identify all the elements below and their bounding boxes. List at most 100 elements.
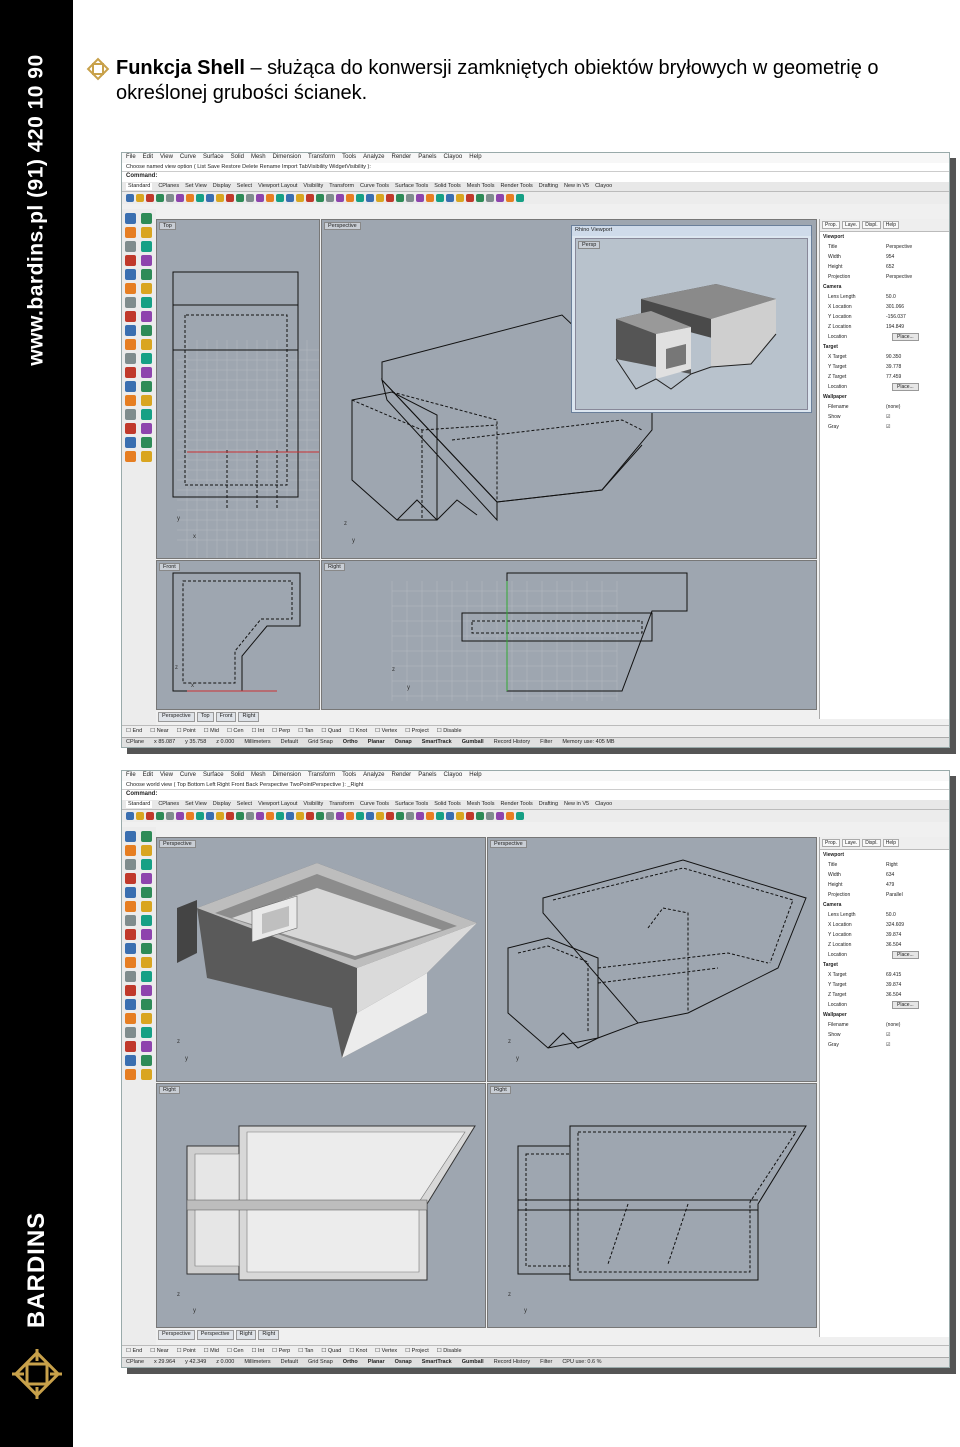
tool-icon[interactable] — [140, 915, 152, 926]
osnap-toggle[interactable]: ☐ End — [126, 728, 142, 734]
status-z[interactable]: z 0.000 — [216, 1359, 234, 1366]
tool-icon[interactable] — [436, 194, 444, 202]
viewport-tab[interactable]: Perspective — [158, 1330, 195, 1340]
property-value[interactable]: 90.350 — [886, 354, 949, 360]
toolbar-tab[interactable]: Display — [213, 801, 231, 808]
osnap-toggle[interactable]: ☐ Quad — [321, 728, 341, 734]
status-cplane[interactable]: CPlane — [126, 1359, 144, 1366]
tool-icon[interactable] — [140, 887, 152, 898]
osnap-toggle[interactable]: ☐ Point — [177, 728, 196, 734]
menu-item[interactable]: Mesh — [251, 154, 266, 162]
property-value[interactable]: 194.849 — [886, 324, 949, 330]
status-z[interactable]: z 0.000 — [216, 739, 234, 746]
tool-icon[interactable] — [140, 297, 152, 308]
panel-tab[interactable]: Laye. — [841, 221, 861, 229]
tool-icon[interactable] — [125, 367, 136, 378]
toolbar-tab[interactable]: CPlanes — [158, 183, 179, 190]
tool-icon[interactable] — [125, 423, 136, 434]
status-y[interactable]: y 35.758 — [185, 739, 206, 746]
tool-icon[interactable] — [206, 194, 214, 202]
menu-item[interactable]: Clayoo — [444, 154, 463, 162]
tool-icon[interactable] — [416, 812, 424, 820]
property-value[interactable]: 479 — [886, 882, 949, 888]
menu-item[interactable]: File — [126, 154, 136, 162]
tool-icon[interactable] — [176, 194, 184, 202]
viewport-tab[interactable]: Top — [196, 712, 214, 722]
tool-icon[interactable] — [125, 451, 136, 462]
tool-icon[interactable] — [236, 812, 244, 820]
property-value[interactable]: 954 — [886, 254, 949, 260]
status-units[interactable]: Millimeters — [244, 739, 270, 746]
status-history[interactable]: Record History — [494, 739, 530, 746]
osnap-toggle[interactable]: ☐ Perp — [272, 728, 290, 734]
tool-icon[interactable] — [140, 325, 152, 336]
osnap-toggle[interactable]: ☐ Point — [177, 1348, 196, 1354]
toolbar-tab[interactable]: New in V5 — [564, 183, 589, 190]
menu-item[interactable]: Transform — [308, 772, 335, 780]
viewport-perspective-shaded[interactable]: Perspective z y — [156, 837, 486, 1082]
toolbar-tab[interactable]: Select — [237, 183, 252, 190]
status-history[interactable]: Record History — [494, 1359, 530, 1366]
tool-icon[interactable] — [456, 194, 464, 202]
property-value[interactable]: 69.415 — [886, 972, 949, 978]
tool-icon[interactable] — [125, 325, 136, 336]
status-planar[interactable]: Planar — [368, 739, 385, 746]
tool-icon[interactable] — [140, 227, 152, 238]
tool-icon[interactable] — [126, 812, 134, 820]
status-gumball[interactable]: Gumball — [462, 739, 484, 746]
tool-icon[interactable] — [496, 194, 504, 202]
tool-icon[interactable] — [196, 812, 204, 820]
osnap-toggle[interactable]: ☐ Knot — [349, 1348, 367, 1354]
property-value[interactable]: 324.609 — [886, 922, 949, 928]
tool-icon[interactable] — [186, 194, 194, 202]
osnap-toggle[interactable]: ☐ End — [126, 1348, 142, 1354]
toolbar-tab[interactable]: Render Tools — [500, 183, 532, 190]
property-value[interactable]: ☑ — [886, 1032, 949, 1038]
tool-icon[interactable] — [516, 194, 524, 202]
status-filter[interactable]: Filter — [540, 739, 552, 746]
tool-icon[interactable] — [125, 1069, 136, 1080]
toolbar-tab[interactable]: Display — [213, 183, 231, 190]
tool-icon[interactable] — [426, 194, 434, 202]
tool-icon[interactable] — [140, 451, 152, 462]
tool-icon[interactable] — [140, 1055, 152, 1066]
tool-icon[interactable] — [376, 194, 384, 202]
tool-icon[interactable] — [146, 194, 154, 202]
viewport-tab[interactable]: Perspective — [196, 1330, 234, 1340]
place-button[interactable]: Place... — [892, 383, 919, 391]
tool-icon[interactable] — [125, 845, 136, 856]
property-value[interactable]: ☑ — [886, 1042, 949, 1048]
menu-item[interactable]: Clayoo — [444, 772, 463, 780]
panel-tab[interactable]: Help — [882, 221, 899, 229]
tool-icon[interactable] — [256, 194, 264, 202]
tool-icon[interactable] — [446, 812, 454, 820]
osnap-toggle[interactable]: ☐ Int — [252, 1348, 265, 1354]
tool-icon[interactable] — [396, 194, 404, 202]
tool-icon[interactable] — [216, 812, 224, 820]
tool-icon[interactable] — [125, 957, 136, 968]
menu-item[interactable]: Surface — [203, 154, 224, 162]
status-x[interactable]: x 29.964 — [154, 1359, 175, 1366]
tool-icon[interactable] — [456, 812, 464, 820]
status-osnap[interactable]: Osnap — [395, 1359, 412, 1366]
osnap-toggle[interactable]: ☐ Disable — [437, 728, 462, 734]
tool-icon[interactable] — [316, 812, 324, 820]
menu-item[interactable]: Solid — [231, 154, 244, 162]
osnap-toggle[interactable]: ☐ Tan — [298, 1348, 313, 1354]
menu-item[interactable]: Render — [392, 772, 412, 780]
tool-icon[interactable] — [140, 269, 152, 280]
tool-icon[interactable] — [486, 194, 494, 202]
panel-tab[interactable]: Help — [882, 839, 899, 847]
tool-icon[interactable] — [396, 812, 404, 820]
property-value[interactable]: (none) — [886, 404, 949, 410]
status-planar[interactable]: Planar — [368, 1359, 385, 1366]
menu-item[interactable]: Edit — [143, 154, 153, 162]
tool-icon[interactable] — [336, 812, 344, 820]
osnap-toggle[interactable]: ☐ Disable — [437, 1348, 462, 1354]
tool-icon[interactable] — [466, 812, 474, 820]
menu-item[interactable]: Tools — [342, 772, 356, 780]
tool-icon[interactable] — [125, 929, 136, 940]
toolbar-tab[interactable]: Mesh Tools — [467, 801, 495, 808]
property-value[interactable]: 301.066 — [886, 304, 949, 310]
tool-icon[interactable] — [140, 395, 152, 406]
